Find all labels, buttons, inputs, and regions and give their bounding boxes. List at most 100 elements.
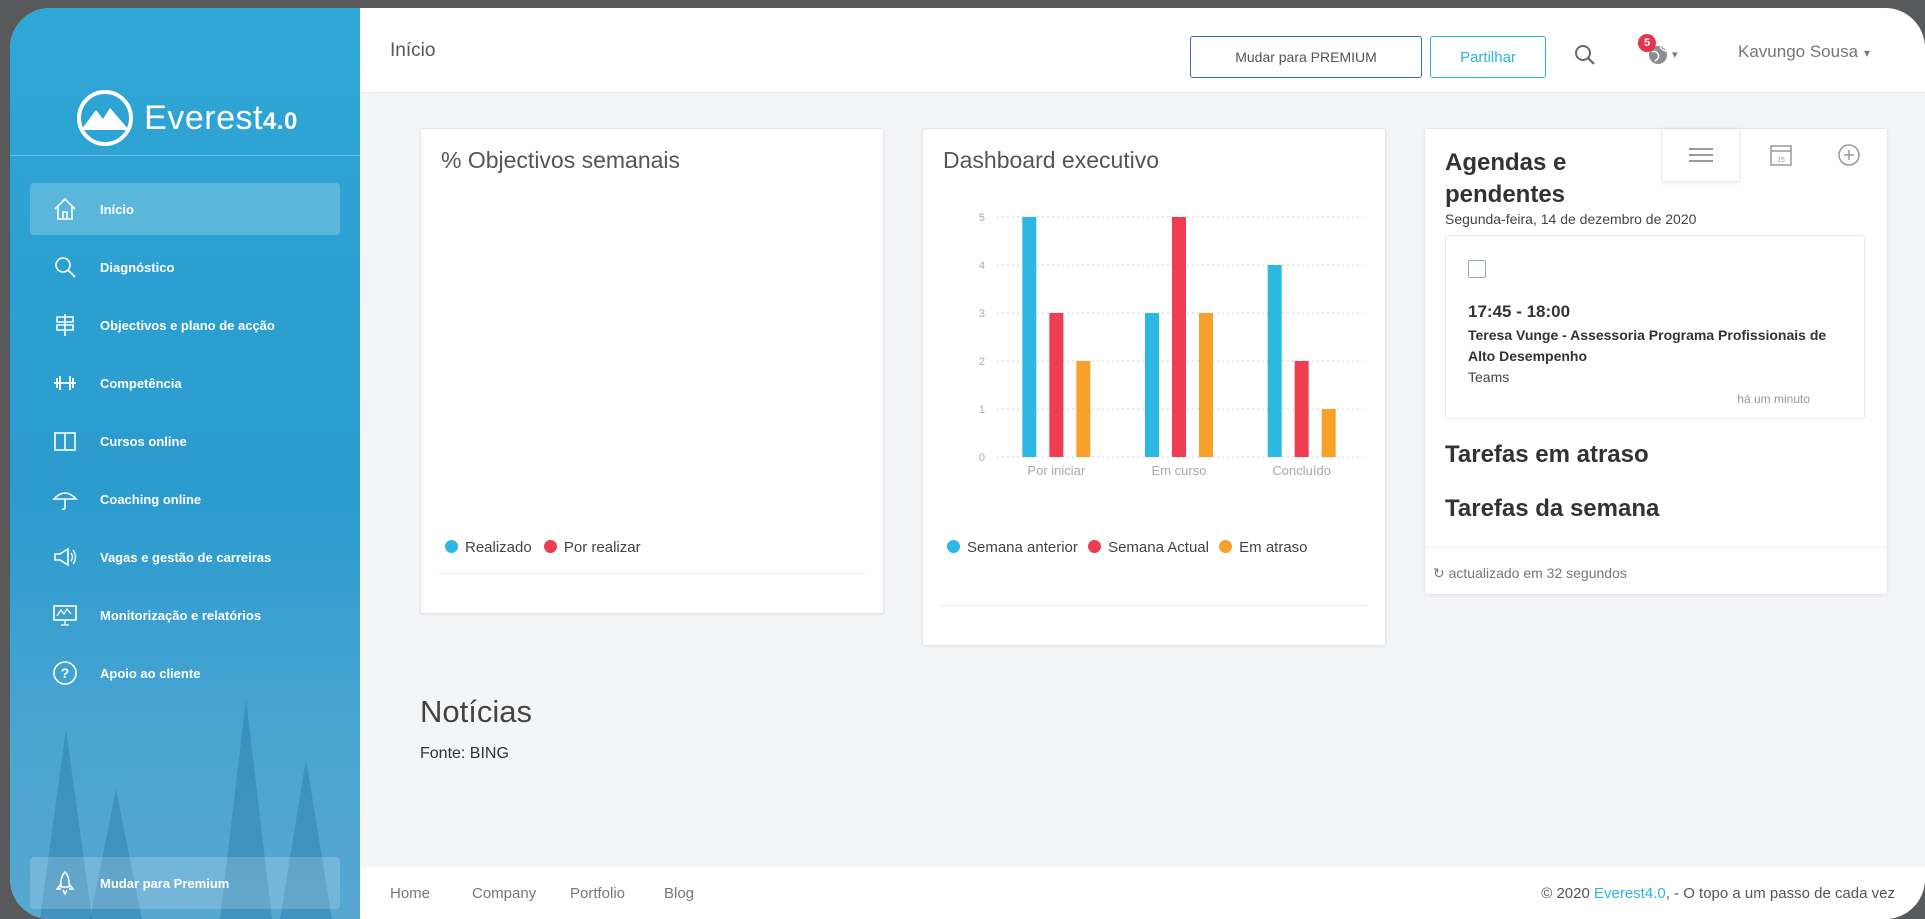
- svg-text:15: 15: [1777, 157, 1785, 164]
- sidebar-item-label: Diagnóstico: [100, 259, 175, 275]
- bar: [1022, 217, 1037, 457]
- legend-item[interactable]: Realizado: [445, 539, 532, 556]
- presentation-icon: [52, 602, 78, 628]
- bar: [1321, 409, 1336, 457]
- bar: [1172, 217, 1186, 457]
- sidebar-item-label: Coaching online: [100, 491, 202, 507]
- legend-dot: [1088, 540, 1102, 553]
- footer-link-blog[interactable]: Blog: [664, 885, 694, 902]
- last-updated: ↻ actualizado em 32 segundos: [1433, 565, 1627, 581]
- legend-dot: [445, 540, 458, 553]
- sidebar-item-diagnostico[interactable]: Diagnóstico: [30, 241, 340, 293]
- news-source: Fonte: BING: [420, 745, 509, 762]
- sidebar-item-label: Apoio ao cliente: [100, 665, 201, 681]
- footer: Home Company Portfolio Blog © 2020 Evere…: [360, 866, 1925, 919]
- app-window: Everest4.0 Início Diagnóstico Objectivos…: [10, 8, 1925, 919]
- legend-item[interactable]: Semana Actual: [1088, 539, 1209, 556]
- chart-legend: Realizado Por realizar: [445, 532, 641, 563]
- legend-item[interactable]: Por realizar: [543, 539, 641, 556]
- add-event-button[interactable]: [1811, 129, 1887, 181]
- agenda-date: Segunda-feira, 14 de dezembro de 2020: [1445, 211, 1697, 227]
- search-icon: [52, 254, 78, 280]
- sidebar-item-coaching[interactable]: Coaching online: [30, 473, 340, 525]
- sidebar-item-label: Vagas e gestão de carreiras: [100, 549, 272, 565]
- x-tick-label: Em curso: [1152, 463, 1207, 478]
- brand-name: Everest: [144, 98, 263, 137]
- notification-badge: 5: [1638, 34, 1656, 52]
- list-icon: [1689, 148, 1713, 162]
- sidebar-item-monitorizacao[interactable]: Monitorização e relatórios: [30, 589, 340, 641]
- event-time-ago: há um minuto: [1737, 392, 1810, 406]
- user-menu[interactable]: Kavungo Sousa ▾: [1738, 42, 1870, 62]
- y-tick-label: 2: [979, 356, 985, 368]
- event-time: 17:45 - 18:00: [1468, 302, 1571, 321]
- dumbbell-icon: [52, 370, 78, 396]
- event-place: Teams: [1468, 369, 1510, 385]
- y-tick-label: 5: [979, 212, 985, 224]
- refresh-icon: ↻: [1433, 565, 1449, 581]
- overdue-tasks-title[interactable]: Tarefas em atraso: [1445, 441, 1649, 469]
- sidebar-item-inicio[interactable]: Início: [30, 183, 340, 235]
- brand-version: 4.0: [262, 107, 298, 135]
- sidebar-premium-button[interactable]: Mudar para Premium: [30, 857, 340, 909]
- signpost-icon: [52, 312, 78, 338]
- legend-dot: [1219, 540, 1233, 553]
- share-button[interactable]: Partilhar: [1430, 36, 1546, 78]
- legend-item[interactable]: Em atraso: [1219, 539, 1308, 556]
- sidebar-item-label: Monitorização e relatórios: [100, 607, 262, 623]
- premium-label: Mudar para Premium: [100, 875, 230, 891]
- bar: [1076, 361, 1091, 457]
- bar: [1294, 361, 1309, 457]
- event-checkbox[interactable]: [1468, 260, 1486, 278]
- sidebar-item-apoio[interactable]: ? Apoio ao cliente: [30, 647, 340, 699]
- calendar-icon: 15: [1770, 145, 1792, 166]
- bar: [1199, 313, 1213, 457]
- bar: [1049, 313, 1064, 457]
- agenda-card: Agendas e pendentes 15 Segunda-feira, 14…: [1424, 128, 1888, 595]
- sidebar-item-objectivos[interactable]: Objectivos e plano de acção: [30, 299, 340, 351]
- y-tick-label: 1: [979, 404, 985, 416]
- sidebar-item-competencia[interactable]: Competência: [30, 357, 340, 409]
- help-icon: ?: [52, 660, 78, 686]
- search-icon[interactable]: [1570, 40, 1600, 70]
- copyright: © 2020 Everest4.0, - O topo a um passo d…: [1541, 885, 1895, 902]
- list-view-button[interactable]: [1663, 129, 1739, 181]
- chevron-down-icon: ▾: [1864, 46, 1871, 60]
- sidebar-item-vagas[interactable]: Vagas e gestão de carreiras: [30, 531, 340, 583]
- copyright-brand-link[interactable]: Everest4.0: [1594, 885, 1666, 902]
- agenda-title: Agendas e pendentes: [1445, 149, 1567, 208]
- legend-dot: [947, 540, 960, 553]
- sidebar-item-cursos[interactable]: Cursos online: [30, 415, 340, 467]
- notifications-button[interactable]: ▾ 5: [1638, 34, 1682, 68]
- footer-link-company[interactable]: Company: [472, 885, 536, 902]
- week-tasks-title[interactable]: Tarefas da semana: [1445, 495, 1659, 523]
- mountain-logo-icon: [77, 90, 134, 146]
- footer-link-home[interactable]: Home: [390, 885, 430, 902]
- bar-chart: 0 1 2 3 4 5 Por iniciar Em curso Concluído: [979, 212, 1363, 478]
- weekly-goals-card: % Objectivos semanais Realizado Por real…: [420, 128, 884, 614]
- megaphone-icon: [52, 544, 78, 570]
- upgrade-premium-button[interactable]: Mudar para PREMIUM: [1190, 36, 1422, 78]
- page-title: Início: [390, 40, 436, 61]
- bar: [1145, 313, 1159, 457]
- calendar-view-button[interactable]: 15: [1743, 129, 1819, 181]
- sidebar-item-label: Objectivos e plano de acção: [100, 317, 275, 333]
- user-name: Kavungo Sousa: [1738, 42, 1859, 61]
- chevron-down-icon: ▾: [1672, 49, 1678, 61]
- x-tick-label: Por iniciar: [1027, 463, 1085, 478]
- sidebar-item-label: Competência: [100, 375, 182, 391]
- sidebar-item-label: Início: [100, 201, 134, 217]
- top-bar: Início Mudar para PREMIUM Partilhar ▾ 5 …: [360, 8, 1925, 93]
- footer-link-portfolio[interactable]: Portfolio: [570, 885, 625, 902]
- home-icon: [52, 196, 78, 222]
- x-tick-label: Concluído: [1272, 463, 1331, 478]
- sidebar: Everest4.0 Início Diagnóstico Objectivos…: [10, 8, 360, 919]
- legend-item[interactable]: Semana anterior: [947, 539, 1078, 556]
- app-logo[interactable]: Everest4.0: [10, 73, 360, 163]
- rocket-icon: [52, 870, 78, 896]
- sidebar-item-label: Cursos online: [100, 433, 187, 449]
- y-tick-label: 3: [979, 308, 985, 320]
- agenda-event[interactable]: 17:45 - 18:00 Teresa Vunge - Assessoria …: [1445, 235, 1865, 419]
- book-icon: [52, 428, 78, 454]
- executive-dashboard-card: Dashboard executivo 0 1 2 3 4 5 Por iniciar Em …: [922, 128, 1386, 646]
